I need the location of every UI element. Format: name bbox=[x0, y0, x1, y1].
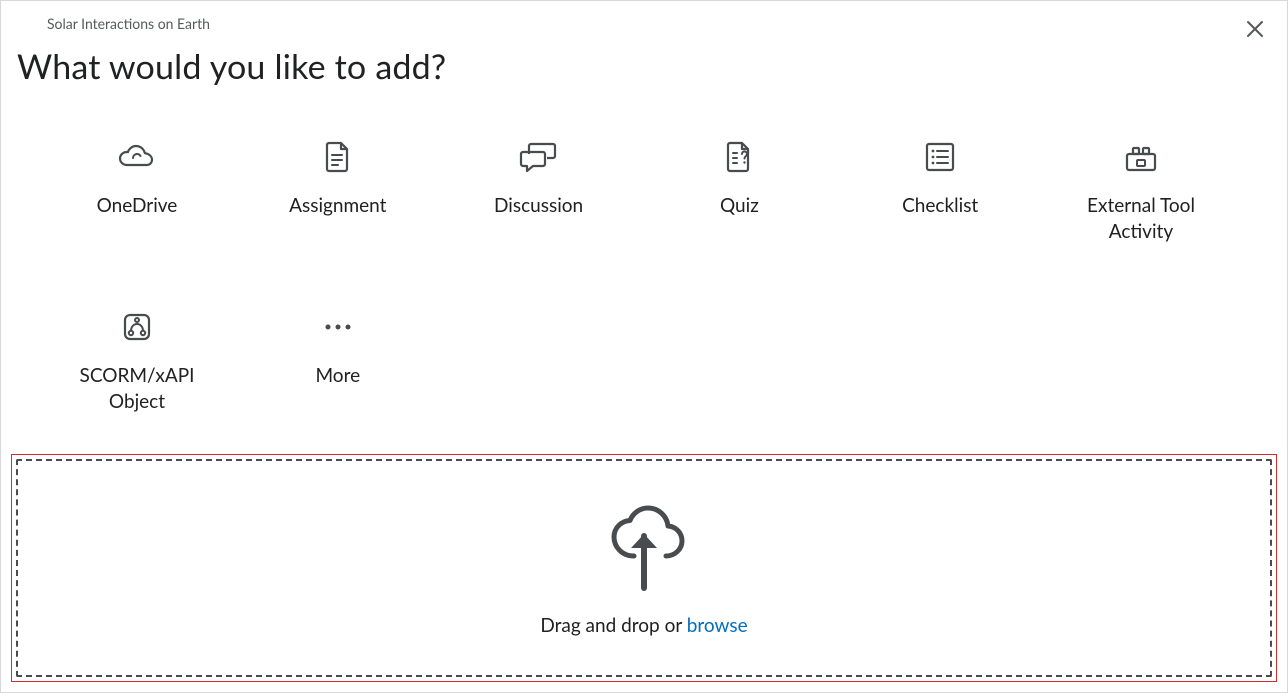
checklist-icon bbox=[924, 141, 956, 173]
module-icon bbox=[121, 311, 153, 343]
cloud-icon bbox=[117, 144, 157, 170]
plugin-icon bbox=[1123, 140, 1159, 174]
discussion-icon bbox=[519, 140, 559, 174]
dropzone-highlight: Drag and drop or browse bbox=[11, 454, 1277, 682]
option-more[interactable]: More bbox=[248, 297, 428, 437]
close-icon bbox=[1246, 20, 1264, 38]
context-label: Solar Interactions on Earth bbox=[17, 15, 1271, 32]
option-label: Checklist bbox=[902, 193, 978, 219]
option-onedrive[interactable]: OneDrive bbox=[47, 127, 227, 267]
option-label: Discussion bbox=[494, 193, 583, 219]
option-quiz[interactable]: Quiz bbox=[649, 127, 829, 267]
browse-link[interactable]: browse bbox=[687, 614, 748, 637]
option-label: More bbox=[315, 363, 360, 389]
quiz-icon bbox=[724, 139, 754, 175]
dropzone-text: Drag and drop or browse bbox=[540, 614, 747, 637]
dialog-title: What would you like to add? bbox=[17, 46, 1271, 87]
assignment-icon bbox=[323, 139, 353, 175]
option-discussion[interactable]: Discussion bbox=[449, 127, 629, 267]
option-scorm[interactable]: SCORM/xAPI Object bbox=[47, 297, 227, 437]
close-button[interactable] bbox=[1243, 17, 1267, 41]
upload-cloud-icon bbox=[594, 500, 694, 596]
option-label: OneDrive bbox=[97, 193, 178, 219]
option-label: External Tool Activity bbox=[1056, 193, 1226, 244]
option-label: Assignment bbox=[289, 193, 386, 219]
option-label: Quiz bbox=[720, 193, 759, 219]
option-assignment[interactable]: Assignment bbox=[248, 127, 428, 267]
option-checklist[interactable]: Checklist bbox=[850, 127, 1030, 267]
dialog-frame: Solar Interactions on Earth What would y… bbox=[0, 0, 1288, 693]
more-icon bbox=[320, 321, 356, 333]
option-external-tool[interactable]: External Tool Activity bbox=[1051, 127, 1231, 267]
dropzone-prefix: Drag and drop or bbox=[540, 614, 686, 637]
option-label: SCORM/xAPI Object bbox=[52, 363, 222, 414]
option-grid: OneDrive Assignment bbox=[17, 127, 1271, 437]
file-dropzone[interactable]: Drag and drop or browse bbox=[16, 459, 1272, 677]
